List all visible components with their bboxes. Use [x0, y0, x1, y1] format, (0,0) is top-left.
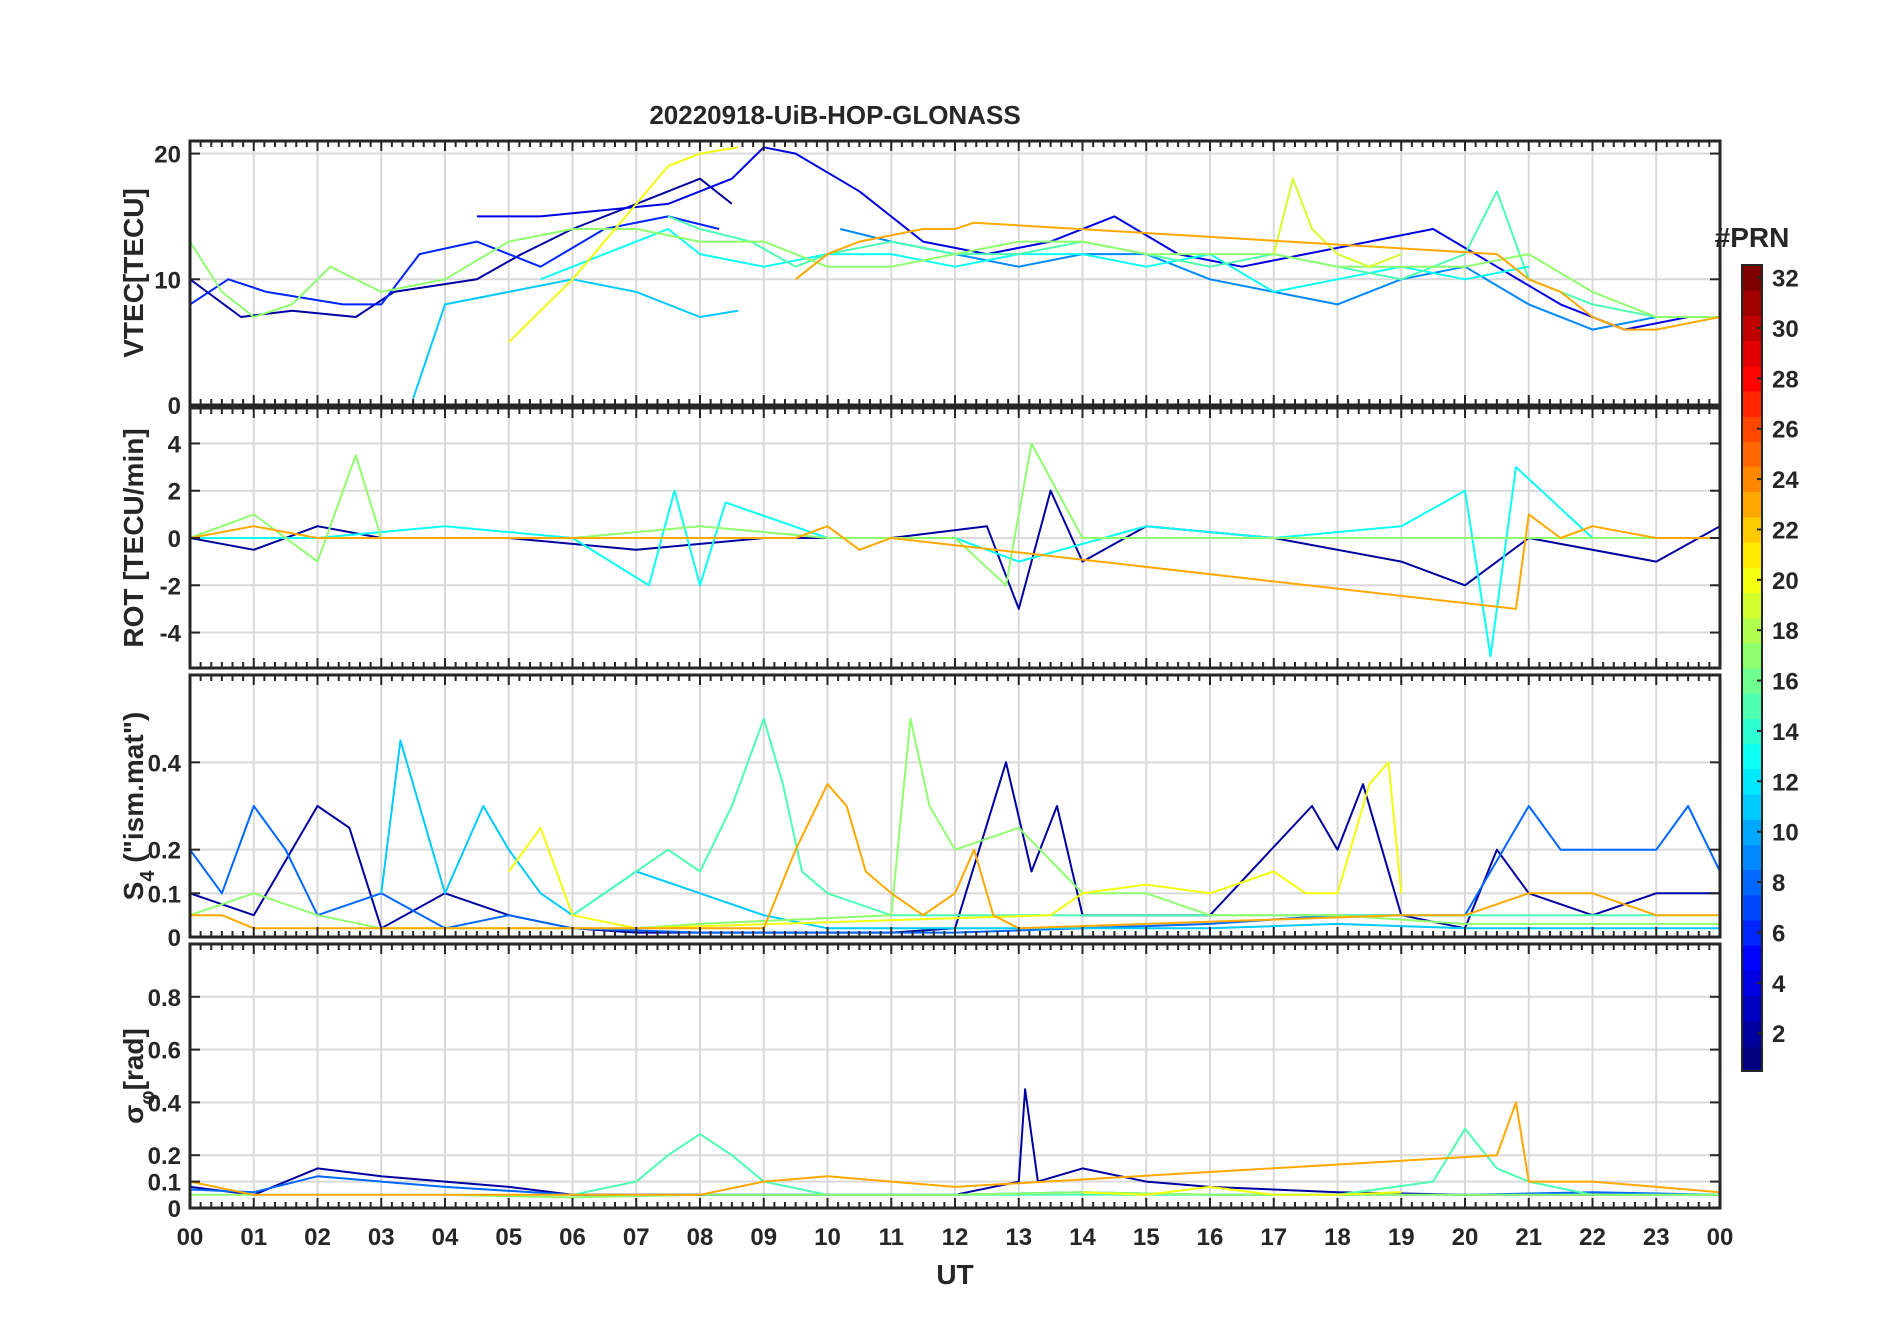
y-tick-label: 20: [154, 142, 181, 169]
colorbar-tick-label: 14: [1772, 719, 1799, 746]
x-tick-label: 10: [814, 1224, 841, 1251]
x-tick-label: 08: [687, 1224, 714, 1251]
x-tick-label: 17: [1260, 1224, 1287, 1251]
panel-rot: -4 -2 0 2 4 ROT [TECU/min]: [118, 406, 1722, 670]
x-tick-label: 00: [1707, 1224, 1734, 1251]
colorbar-tick-label: 28: [1772, 366, 1799, 393]
y-tick-label: 0: [168, 1196, 181, 1223]
colorbar-tick-label: 18: [1772, 618, 1799, 645]
panel-vtec: 0 10 20VTEC[TECU]: [118, 139, 1722, 420]
colorbar-label: #PRN: [1715, 222, 1790, 253]
y-tick-label: 4: [168, 431, 182, 458]
panels: 01020VTEC[TECU]-4-2024ROT [TECU/min]00.1…: [118, 139, 1734, 1251]
x-tick-label: 05: [495, 1224, 522, 1251]
colorbar-tick-label: 8: [1772, 870, 1785, 897]
y-tick-label: 0.1: [148, 881, 181, 908]
colorbar-swatch: [1742, 844, 1762, 871]
y-axis-label-main: σ: [118, 1105, 149, 1124]
x-tick-label: 16: [1197, 1224, 1224, 1251]
colorbar-tick-label: 2: [1772, 1021, 1785, 1048]
colorbar-swatch: [1742, 491, 1762, 518]
x-tick-label: 00: [177, 1224, 204, 1251]
colorbar-swatch: [1742, 1045, 1762, 1072]
y-axis-label: S4 ("ism.mat"): [118, 712, 159, 901]
figure: 20220918-UiB-HOP-GLONASS 01020VTEC[TECU]…: [118, 100, 1799, 1290]
y-tick-label: -4: [160, 621, 182, 648]
colorbar-swatch: [1742, 542, 1762, 568]
colorbar-swatch: [1742, 441, 1762, 468]
y-axis-label-rest: ("ism.mat"): [118, 712, 149, 871]
x-tick-label: 14: [1069, 1224, 1096, 1251]
y-tick-label: 0.8: [148, 985, 181, 1012]
x-tick-label: 03: [368, 1224, 395, 1251]
colorbar-tick-label: 26: [1772, 417, 1799, 444]
x-tick-label: 15: [1133, 1224, 1160, 1251]
y-tick-label: 0.1: [148, 1170, 181, 1197]
x-tick-label: 12: [942, 1224, 969, 1251]
y-tick-label: 0.4: [148, 750, 182, 777]
colorbar-tick-label: 12: [1772, 769, 1799, 796]
x-tick-label: 18: [1324, 1224, 1351, 1251]
y-axis-label: VTEC[TECU]: [118, 188, 149, 358]
colorbar-swatch: [1742, 743, 1762, 770]
y-tick-label: 0.2: [148, 1143, 181, 1170]
x-tick-label: 04: [432, 1224, 459, 1251]
colorbar-tick-label: 4: [1772, 971, 1786, 998]
colorbar-tick-label: 32: [1772, 266, 1799, 293]
x-tick-label: 11: [879, 1224, 904, 1251]
y-axis-label-main: S: [118, 882, 149, 901]
panel-s4: 0 0.1 0.2 0.4S4 ("ism.mat"): [118, 673, 1722, 952]
y-tick-label: 2: [168, 479, 181, 506]
y-tick-label: 0: [168, 393, 181, 420]
colorbar: #PRN2468101214161820222426283032: [1715, 222, 1799, 1072]
x-tick-label: 02: [304, 1224, 331, 1251]
colorbar-tick-label: 20: [1772, 568, 1799, 595]
colorbar-tick-label: 22: [1772, 517, 1799, 544]
y-tick-label: -2: [160, 573, 181, 600]
colorbar-swatch: [1742, 592, 1762, 619]
colorbar-swatch: [1742, 290, 1762, 316]
x-tick-label: 23: [1643, 1224, 1670, 1251]
y-tick-label: 0: [168, 526, 181, 553]
y-tick-label: 0.6: [148, 1038, 181, 1065]
chart-title: 20220918-UiB-HOP-GLONASS: [649, 100, 1020, 130]
colorbar-swatch: [1742, 894, 1762, 921]
colorbar-tick-label: 6: [1772, 920, 1785, 947]
colorbar-tick-label: 10: [1772, 820, 1799, 847]
colorbar-tick-label: 24: [1772, 467, 1799, 494]
x-tick-label: 07: [623, 1224, 650, 1251]
x-tick-label: 06: [559, 1224, 586, 1251]
x-axis-label: UT: [936, 1259, 973, 1290]
colorbar-swatch: [1742, 793, 1762, 820]
colorbar-swatch: [1742, 995, 1762, 1022]
y-axis-label: ROT [TECU/min]: [118, 428, 149, 647]
y-axis-label-sub: φ: [137, 1090, 159, 1104]
y-tick-label: 0: [168, 925, 181, 952]
y-tick-label: 0.2: [148, 838, 181, 865]
x-tick-label: 21: [1515, 1224, 1542, 1251]
y-tick-label: 10: [154, 267, 181, 294]
x-tick-label: 13: [1005, 1224, 1032, 1251]
x-tick-label: 19: [1388, 1224, 1415, 1251]
colorbar-swatch: [1742, 945, 1762, 971]
y-axis-label-rest: [rad]: [118, 1028, 149, 1090]
x-tick-label: 20: [1452, 1224, 1479, 1251]
colorbar-swatch: [1742, 642, 1762, 669]
colorbar-swatch: [1742, 340, 1762, 367]
colorbar-swatch: [1742, 390, 1762, 417]
x-tick-labels: 00 01 02 03 04 05 06 07 08 09 10 11 12 13 14 15 16 17 18 19…: [177, 1224, 1734, 1251]
colorbar-tick-label: 16: [1772, 669, 1799, 696]
colorbar-tick-label: 30: [1772, 316, 1799, 343]
panel-sigma_phi: 00.10.20.40.60.8σφ[rad]: [118, 942, 1722, 1223]
x-tick-label: 22: [1579, 1224, 1606, 1251]
x-tick-label: 01: [240, 1224, 267, 1251]
x-tick-label: 09: [750, 1224, 777, 1251]
colorbar-swatch: [1742, 693, 1762, 719]
